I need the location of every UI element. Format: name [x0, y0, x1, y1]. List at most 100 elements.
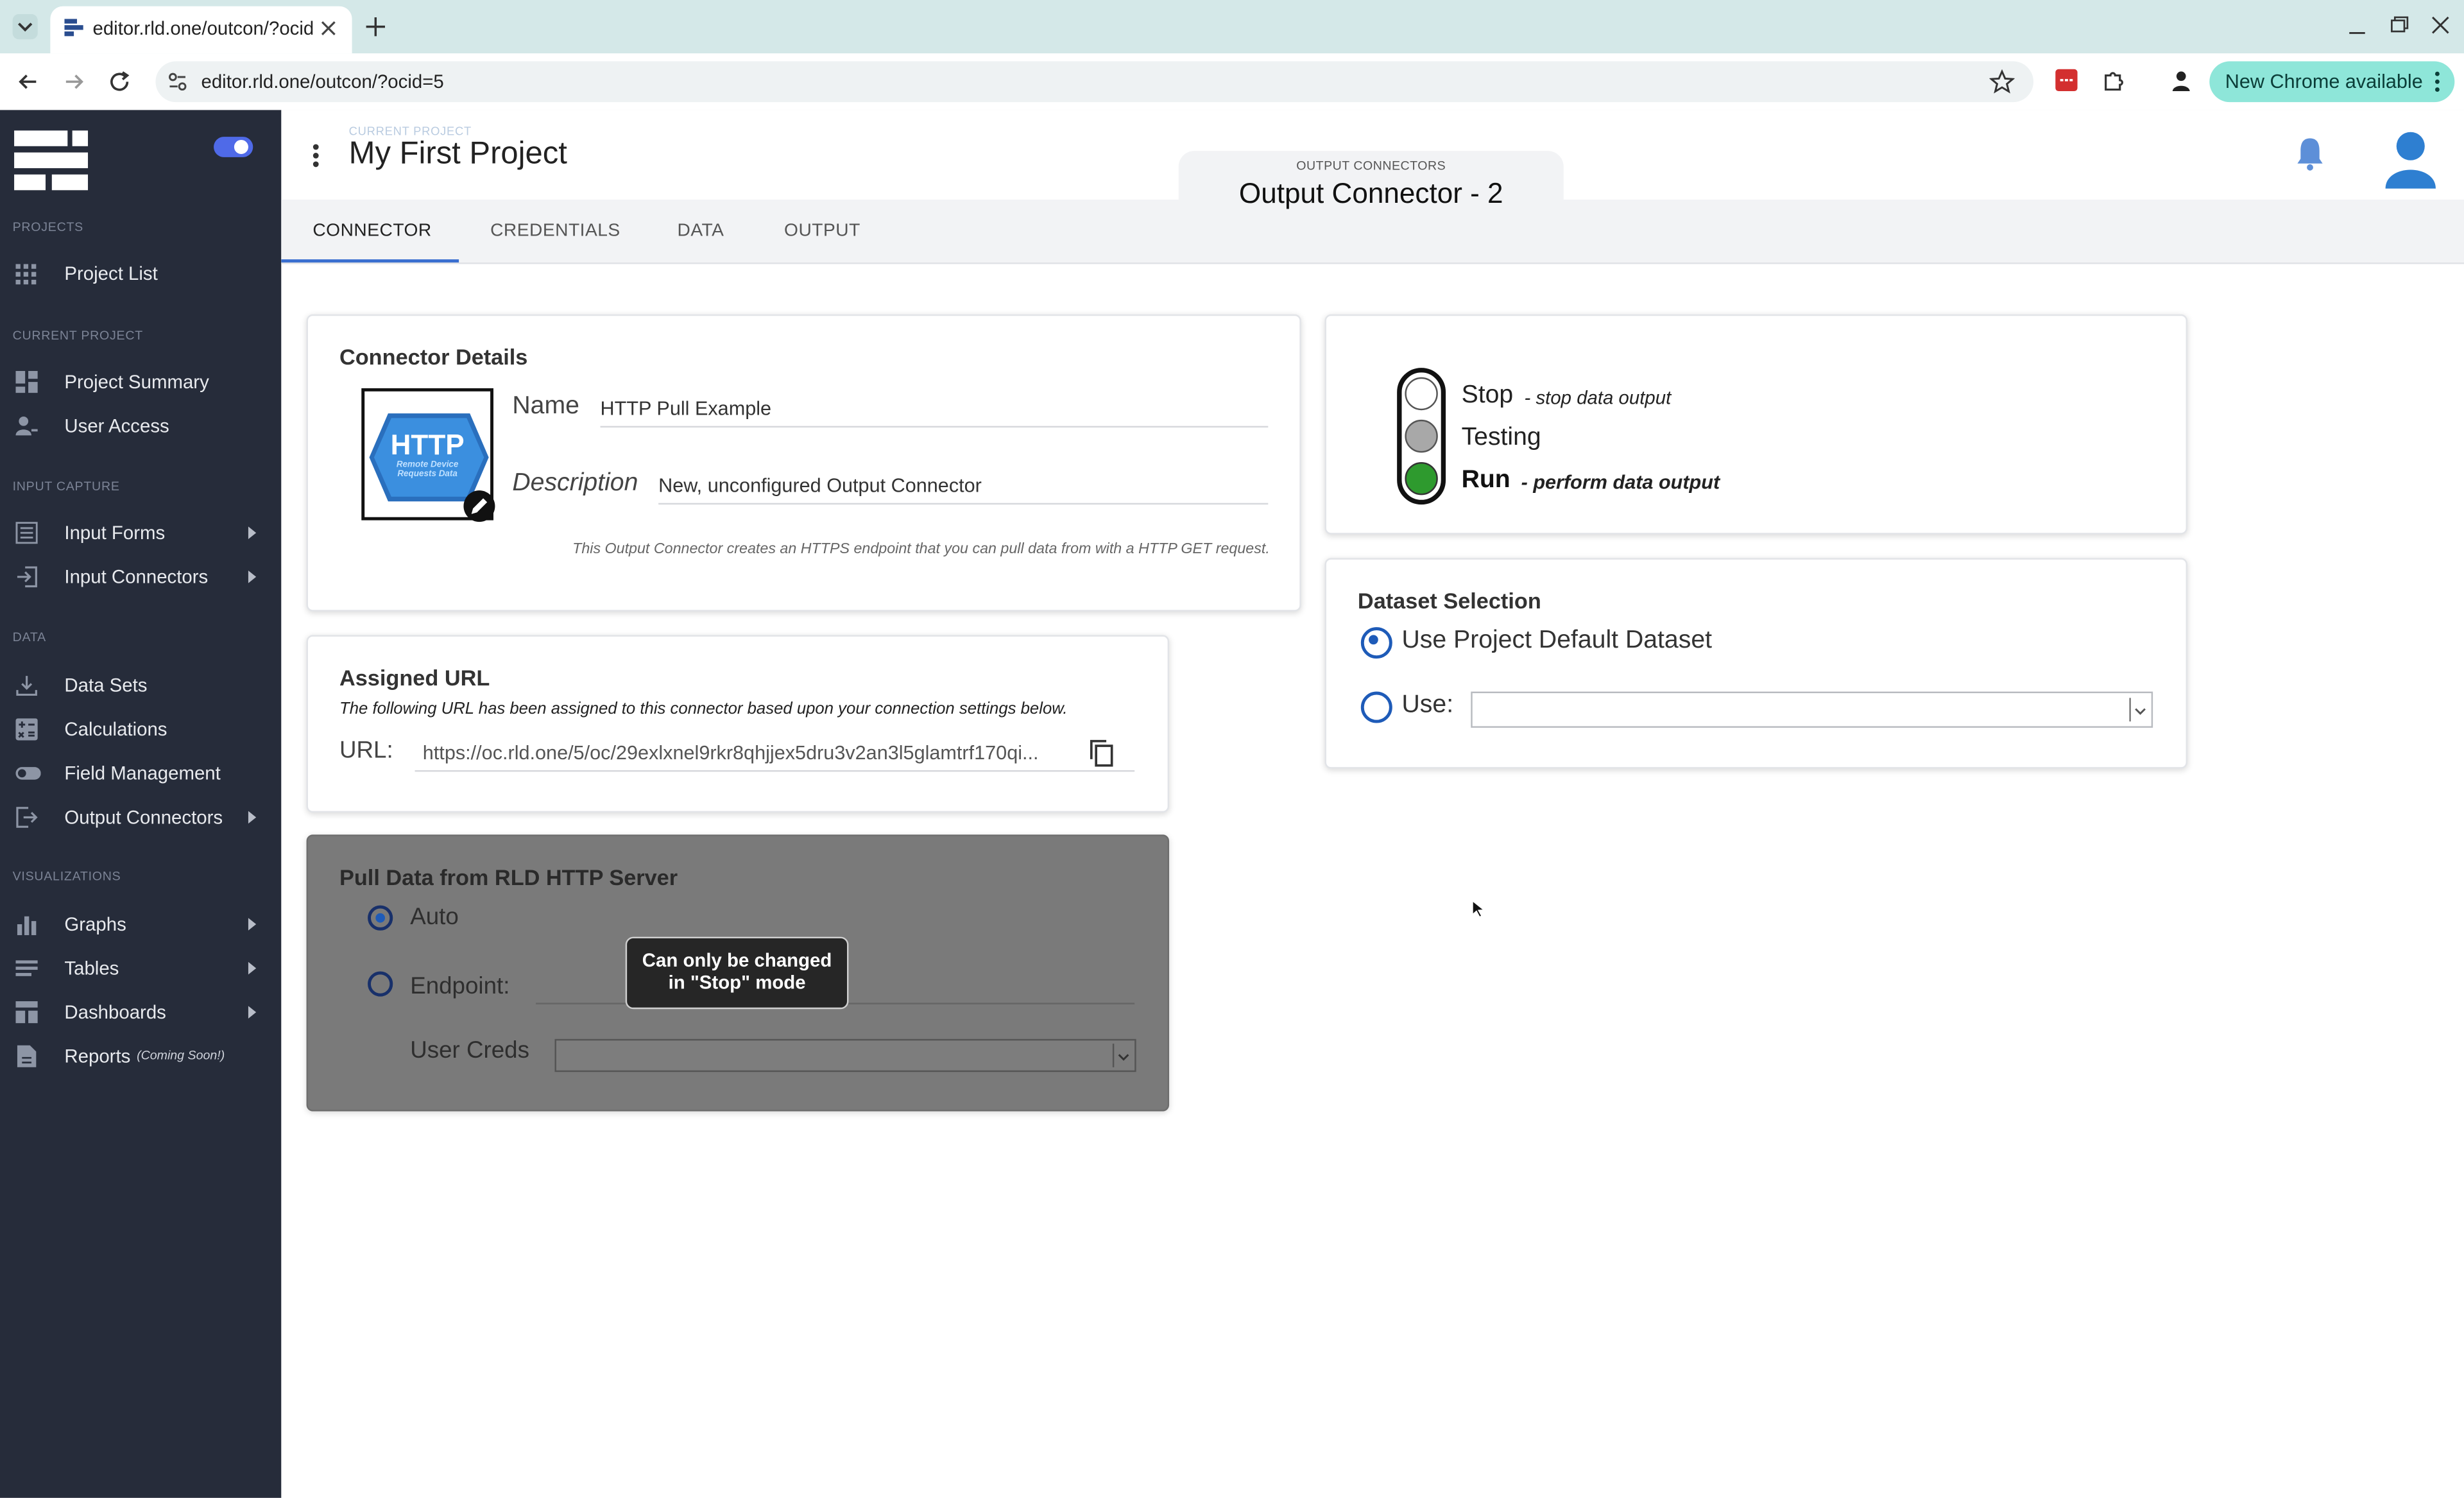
dataset-selection-card: Dataset Selection Use Project Default Da… [1324, 558, 2188, 769]
list-icon [15, 957, 38, 979]
assigned-url-value[interactable]: https://oc.rld.one/5/oc/29exlxnel9rkr8qh… [423, 742, 1074, 764]
tab-data[interactable]: DATA [678, 221, 724, 240]
stop-light[interactable] [1405, 377, 1438, 411]
more-vert-icon [2434, 71, 2441, 92]
card-heading: Pull Data from RLD HTTP Server [339, 864, 678, 890]
url-label: URL: [339, 737, 393, 764]
sidebar-item-project-list[interactable]: Project List [0, 256, 281, 291]
project-menu-icon[interactable] [311, 143, 321, 168]
project-default-label: Use Project Default Dataset [1401, 627, 1712, 654]
auto-radio[interactable] [368, 905, 393, 931]
site-settings-icon[interactable] [167, 71, 189, 92]
new-chrome-available-button[interactable]: New Chrome available [2209, 61, 2455, 103]
edit-pencil-icon[interactable] [463, 490, 495, 522]
user-avatar[interactable] [2383, 129, 2439, 189]
close-window-icon[interactable] [2428, 14, 2453, 36]
close-tab-icon[interactable] [318, 17, 339, 39]
endpoint-radio[interactable] [368, 971, 393, 997]
notifications-bell-icon[interactable] [2295, 137, 2326, 171]
tab-search-icon[interactable] [12, 14, 38, 40]
report-icon [15, 1045, 37, 1067]
logout-icon [15, 806, 38, 828]
browser-tab[interactable]: editor.rld.one/outcon/?ocid [50, 6, 352, 54]
sidebar-item-data-sets[interactable]: Data Sets [0, 668, 281, 703]
extensions-puzzle-icon[interactable] [2101, 67, 2126, 92]
expand-arrow-icon [248, 918, 257, 931]
use-dataset-radio[interactable] [1360, 691, 1392, 723]
dashboard-icon [15, 370, 38, 393]
connector-info-text: This Output Connector creates an HTTPS e… [572, 540, 1270, 558]
auto-label: Auto [410, 904, 459, 931]
dashboard-layout-icon [15, 1001, 38, 1024]
sidebar-item-label: Tables [64, 957, 119, 979]
download-icon [15, 675, 37, 696]
user-creds-select[interactable] [554, 1038, 1136, 1072]
minimize-icon[interactable] [2345, 15, 2370, 37]
sidebar-item-calculations[interactable]: Calculations [0, 712, 281, 746]
tab-output[interactable]: OUTPUT [784, 221, 860, 240]
sidebar-item-reports[interactable]: Reports (Coming Soon!) [0, 1039, 281, 1074]
sidebar-item-project-summary[interactable]: Project Summary [0, 365, 281, 399]
sidebar-item-label: Input Connectors [64, 565, 209, 588]
tab-title: editor.rld.one/outcon/?ocid [92, 17, 313, 40]
toggle-knob [234, 139, 248, 155]
sidebar-item-input-forms[interactable]: Input Forms [0, 515, 281, 550]
sidebar-item-dashboards[interactable]: Dashboards [0, 995, 281, 1029]
tooltip: Can only be changed in "Stop" mode [625, 936, 849, 1010]
connector-title-block: OUTPUT CONNECTORS Output Connector - 2 [1178, 151, 1564, 209]
status-card: Stop - stop data output Testing Run - pe… [1324, 314, 2188, 535]
browser-tab-bar: editor.rld.one/outcon/?ocid [0, 0, 2464, 54]
pull-data-card: Pull Data from RLD HTTP Server Auto Endp… [306, 834, 1170, 1112]
user-creds-label: User Creds [410, 1037, 529, 1064]
forward-icon[interactable] [62, 69, 87, 94]
run-label[interactable]: Run [1462, 467, 1510, 495]
connector-title: Output Connector - 2 [1238, 177, 1503, 209]
description-field[interactable]: New, unconfigured Output Connector [658, 475, 982, 497]
logo-subtext: Remote Device Requests Data [396, 460, 459, 479]
sidebar-item-user-access[interactable]: User Access [0, 409, 281, 443]
user-key-icon [15, 415, 38, 437]
sidebar-item-label: Project Summary [64, 370, 209, 393]
section-visualizations: VISUALIZATIONS [12, 869, 121, 884]
sidebar: PROJECTS Project List CURRENT PROJECT Pr… [0, 110, 282, 1498]
section-data: DATA [12, 630, 46, 645]
stop-label[interactable]: Stop [1462, 382, 1514, 410]
name-field[interactable]: HTTP Pull Example [601, 398, 772, 420]
extension-red-icon[interactable] [2055, 69, 2078, 92]
back-icon[interactable] [15, 69, 40, 94]
run-light[interactable] [1405, 462, 1438, 495]
sidebar-item-graphs[interactable]: Graphs [0, 907, 281, 942]
name-label: Name [512, 393, 579, 420]
sidebar-item-label: Calculations [64, 718, 167, 741]
calculator-icon [15, 718, 38, 741]
restore-icon[interactable] [2387, 14, 2412, 36]
logo-text: HTTP [390, 429, 465, 461]
tab-connector[interactable]: CONNECTOR [312, 221, 431, 240]
reload-icon[interactable] [107, 69, 132, 94]
sidebar-item-field-management[interactable]: Field Management [0, 756, 281, 791]
testing-label[interactable]: Testing [1462, 424, 1541, 452]
project-title: My First Project [348, 137, 567, 171]
project-default-radio[interactable] [1360, 627, 1392, 659]
theme-toggle[interactable] [214, 137, 253, 157]
sidebar-item-tables[interactable]: Tables [0, 951, 281, 986]
browser-toolbar: editor.rld.one/outcon/?ocid=5 New Chrome… [0, 53, 2464, 112]
dataset-select[interactable] [1471, 691, 2153, 728]
endpoint-label: Endpoint: [410, 972, 510, 1000]
copy-icon[interactable] [1089, 739, 1114, 767]
expand-arrow-icon [248, 526, 257, 540]
main-area: CURRENT PROJECT My First Project OUTPUT … [281, 110, 2464, 1498]
bar-chart-icon [15, 913, 37, 936]
http-logo[interactable]: HTTP Remote Device Requests Data [361, 388, 495, 522]
sidebar-item-input-connectors[interactable]: Input Connectors [0, 560, 281, 594]
app-logo[interactable] [14, 130, 89, 193]
testing-light[interactable] [1405, 419, 1438, 453]
name-underline [600, 426, 1269, 428]
bookmark-star-icon[interactable] [1989, 69, 2015, 94]
profile-icon[interactable] [2169, 67, 2194, 92]
sidebar-item-output-connectors[interactable]: Output Connectors [0, 800, 281, 835]
address-bar[interactable]: editor.rld.one/outcon/?ocid=5 [155, 61, 2034, 103]
tab-credentials[interactable]: CREDENTIALS [490, 221, 620, 240]
expand-arrow-icon [248, 961, 257, 975]
new-tab-icon[interactable] [363, 14, 388, 39]
